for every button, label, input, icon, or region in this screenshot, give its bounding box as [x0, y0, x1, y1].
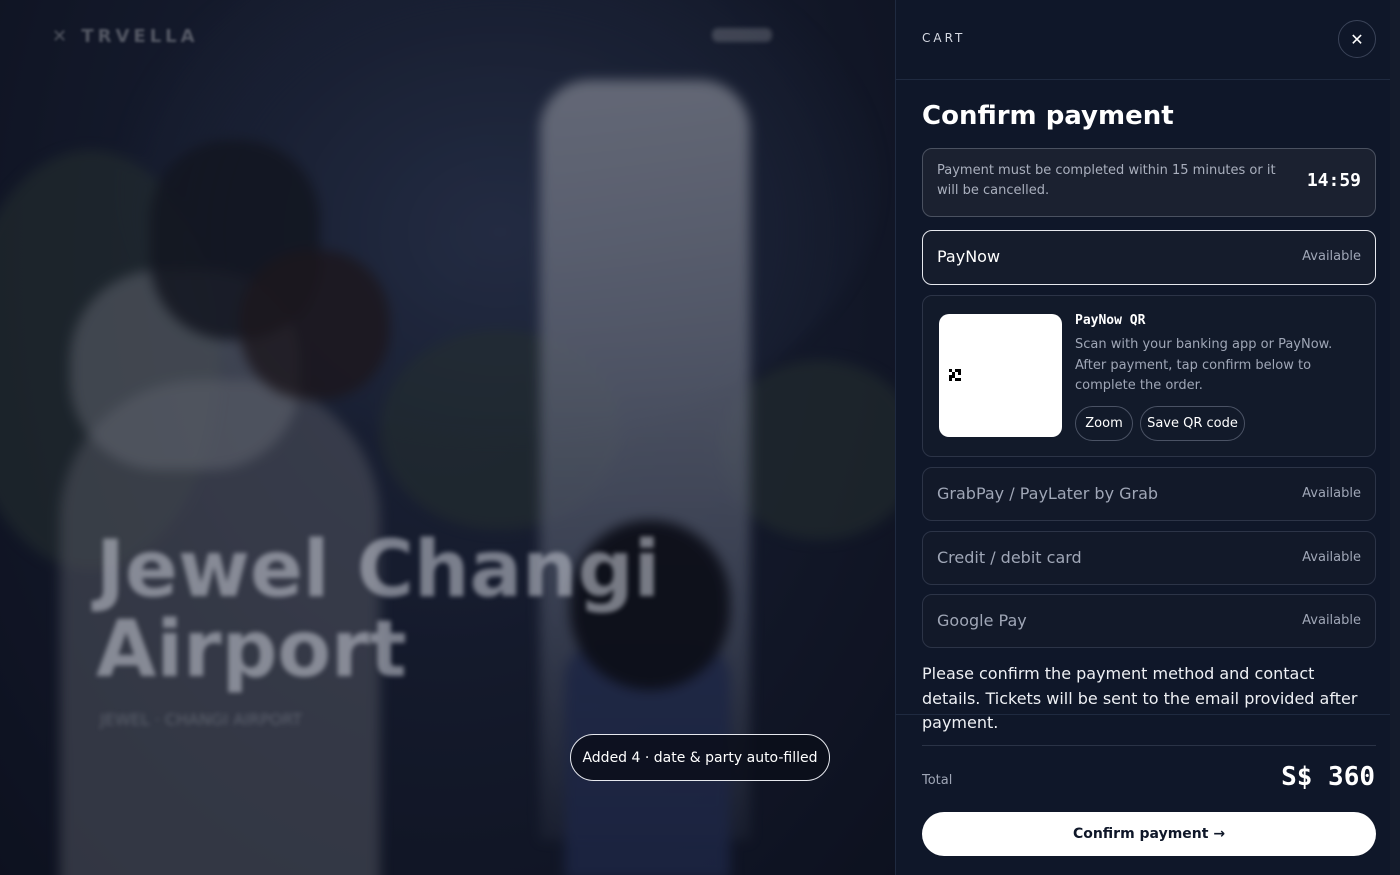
cart-label: CART	[922, 31, 966, 45]
payment-notice: Please confirm the payment method and co…	[922, 664, 1358, 732]
close-button[interactable]: ✕	[1338, 20, 1376, 58]
nav-link	[712, 28, 772, 42]
method-status: Available	[1302, 249, 1361, 264]
save-qr-button[interactable]: Save QR code	[1140, 406, 1245, 441]
timer-message: Payment must be completed within 15 minu…	[937, 163, 1276, 198]
zoom-button[interactable]: Zoom	[1075, 406, 1133, 441]
method-name: Credit / debit card	[937, 548, 1082, 567]
method-name: GrabPay / PayLater by Grab	[937, 484, 1159, 503]
payment-timer: Payment must be completed within 15 minu…	[922, 148, 1376, 217]
confirm-payment-button[interactable]: Confirm payment →	[922, 812, 1376, 856]
divider	[922, 745, 1376, 746]
payment-method-googlepay[interactable]: Google Pay Available	[922, 594, 1376, 648]
method-status: Available	[1302, 550, 1361, 565]
cart-header: CART ✕	[896, 0, 1391, 80]
method-status: Available	[1302, 613, 1361, 628]
divider	[896, 714, 1391, 715]
close-icon: ✕	[1350, 29, 1364, 49]
qr-code-image	[939, 314, 1062, 437]
payment-method-card[interactable]: Credit / debit card Available	[922, 531, 1376, 585]
cart-panel: CART ✕ Confirm payment Payment must be c…	[895, 0, 1391, 875]
method-status: Available	[1302, 486, 1361, 501]
hero-subtitle: JEWEL · CHANGI AIRPORT	[100, 710, 302, 729]
hero-title: Jewel Changi Airport	[96, 525, 661, 695]
qr-icon	[949, 369, 961, 381]
timer-countdown: 14:59	[1306, 170, 1361, 191]
brand-logo: ✕ TRVELLA	[52, 26, 199, 47]
toast-notification: Added 4 · date & party auto-filled	[570, 734, 830, 781]
method-name: Google Pay	[937, 611, 1027, 630]
total-label: Total	[922, 773, 953, 788]
page-title: Confirm payment	[922, 101, 1174, 131]
payment-method-grabpay[interactable]: GrabPay / PayLater by Grab Available	[922, 467, 1376, 521]
total-value: S$ 360	[1281, 762, 1375, 792]
paynow-qr-panel: PayNow QR Scan with your banking app or …	[922, 295, 1376, 457]
method-name: PayNow	[937, 247, 1001, 266]
payment-method-paynow[interactable]: PayNow Available	[922, 230, 1376, 285]
scrollbar[interactable]	[1390, 0, 1400, 875]
qr-description: Scan with your banking app or PayNow. Af…	[1075, 337, 1333, 393]
qr-title: PayNow QR	[1075, 313, 1146, 328]
